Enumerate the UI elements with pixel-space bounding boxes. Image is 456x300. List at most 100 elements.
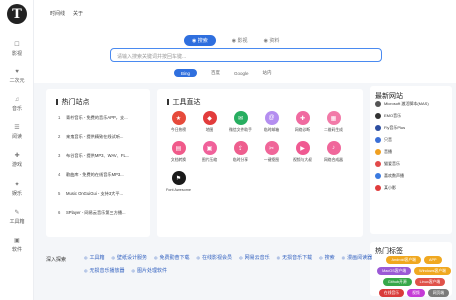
tool-item[interactable]: ⚑ Font Awesome [163, 171, 194, 193]
tool-item[interactable]: ✂ 一键抠图 [256, 141, 287, 163]
sidebar-item-software[interactable]: ▣ 软件 [0, 238, 34, 253]
sidebar-item-toolbox[interactable]: ✎ 工具箱 [0, 210, 34, 225]
explore-link[interactable]: 壁纸设计服务 [112, 254, 147, 261]
sidebar-item-label: 游戏 [11, 162, 22, 168]
tag-chip[interactable]: Github开源 [382, 278, 412, 286]
list-item[interactable]: 1 青柠音乐 - 免费的音乐APP，支... [58, 115, 158, 134]
tab-docs[interactable]: ◉ 资料 [264, 37, 280, 44]
explore-link[interactable]: 网易云音乐 [239, 254, 270, 261]
rank-number: 5 [58, 191, 61, 196]
search-input[interactable]: 请输入搜索关键词并按回车键... [110, 48, 382, 62]
list-item[interactable]: 3 布谷音乐 - 提供MP3、WAV、FL... [58, 153, 158, 172]
engine-baidu[interactable]: 百度 [211, 70, 220, 76]
list-item[interactable]: Microsoft 激活脚本(MAS) [375, 100, 455, 111]
sidebar: T ☐ 影视 ♥ 二次元 ♫ 音乐 ☰ 阅读 ✚ 游戏 ✦ 娱乐 ✎ 工具箱 ▣… [0, 0, 34, 300]
explore-link[interactable]: 无损音乐下载 [277, 254, 312, 261]
tools-panel: 工具直达 ★ 今日热榜 ◆ 地图 ✉ 微信文件助手 @ 临时邮箱 ✚ 网络诊断 ▦ 二维码生成 ▤ 文档转… [157, 89, 363, 237]
explore-link[interactable]: 搜索 [319, 254, 335, 261]
sidebar-item-anime[interactable]: ♥ 二次元 [0, 69, 34, 84]
engine-bing[interactable]: Bing [174, 69, 198, 77]
tag-chip[interactable]: Linux客户端 [414, 278, 446, 286]
tool-item[interactable]: @ 临时邮箱 [256, 111, 287, 133]
tool-item[interactable]: ▦ 二维码生成 [318, 111, 349, 133]
nav-about[interactable]: 关于 [73, 10, 83, 17]
list-item[interactable]: 某小影 [375, 184, 455, 195]
book-icon: ☰ [14, 125, 20, 131]
tag-chip[interactable]: 网页端 [427, 289, 450, 297]
engine-google[interactable]: Google [234, 71, 249, 76]
hot-title-text: 热门站点 [61, 99, 90, 106]
list-item[interactable]: 猫爱音乐 [375, 160, 455, 171]
tab-search[interactable]: ◉ 搜索 [184, 35, 216, 46]
list-item[interactable]: 4 歌曲库 - 免费的在线音乐MP3... [58, 172, 158, 191]
explore-link[interactable]: 工具箱 [84, 254, 105, 261]
list-item[interactable]: 5 Music OnGuiGui - 支持3大平... [58, 191, 158, 210]
tool-item[interactable]: ▶ 视频与大叔 [287, 141, 318, 163]
sidebar-item-label: 阅读 [11, 134, 22, 140]
sidebar-item-label: 二次元 [9, 78, 25, 84]
site-name: Microsoft 激活脚本(MAS) [384, 101, 429, 106]
explore-link[interactable]: 无损音乐播放器 [84, 267, 125, 274]
rank-number: 3 [58, 153, 61, 158]
sidebar-item-reading[interactable]: ☰ 阅读 [0, 125, 34, 140]
rank-number: 2 [58, 134, 61, 139]
tag-chip[interactable]: MacOS客户端 [377, 267, 412, 275]
tag-chip[interactable]: 在线音乐 [378, 289, 405, 297]
tag-chip[interactable]: 视频 [407, 289, 425, 297]
list-item[interactable]: 6 SPlayer - 网易云音乐第三方播... [58, 210, 158, 229]
top-bar: 时间线 关于 [34, 0, 456, 28]
tab-label: 资料 [269, 38, 280, 44]
share-icon: ⇪ [233, 141, 248, 155]
explore-link[interactable]: 免费勤奋下载 [154, 254, 190, 261]
list-item[interactable]: EMO音乐 [375, 112, 455, 123]
hot-tags-title: 热门标签 [375, 248, 403, 255]
site-favicon-icon [375, 100, 381, 107]
sidebar-item-fun[interactable]: ✦ 娱乐 [0, 182, 34, 197]
tag-chip[interactable]: Android客户端 [386, 256, 421, 264]
toolbox-icon: ✎ [14, 210, 20, 216]
site-name: Fly音乐Plus [384, 125, 406, 130]
tool-label: 临时分享 [232, 158, 249, 162]
list-item[interactable]: 2 来鬼音乐 - 提供精致在线试听... [58, 134, 158, 153]
image-compress-icon: ▣ [202, 141, 217, 155]
tool-item[interactable]: ✉ 微信文件助手 [225, 111, 256, 133]
tool-item[interactable]: ★ 今日热榜 [163, 111, 194, 133]
nav-timeline[interactable]: 时间线 [50, 10, 65, 17]
map-icon: ◆ [202, 111, 217, 125]
search-section: ◉ 搜索 ◉ 影视 ◉ 资料 请输入搜索关键词并按回车键... Bing 百度 … [34, 28, 456, 83]
tool-item[interactable]: ◆ 地图 [194, 111, 225, 133]
tool-item[interactable]: ▣ 图片压缩 [194, 141, 225, 163]
site-favicon-icon [375, 148, 381, 155]
list-item[interactable]: 音播 [375, 148, 455, 159]
site-favicon-icon [375, 160, 381, 167]
tool-item[interactable]: ▤ 文档转换 [163, 141, 194, 163]
tools-title-text: 工具直达 [172, 99, 201, 106]
rank-number: 6 [58, 210, 61, 215]
sidebar-item-video[interactable]: ☐ 影视 [0, 42, 34, 57]
site-logo[interactable]: T [7, 4, 27, 24]
list-item[interactable]: 只音 [375, 136, 455, 147]
tool-item[interactable]: ✚ 网络诊断 [287, 111, 318, 133]
explore-link[interactable]: 图片处理软件 [132, 267, 167, 274]
engine-site[interactable]: 站内 [263, 70, 272, 76]
sidebar-item-music[interactable]: ♫ 音乐 [0, 97, 34, 112]
doc-convert-icon: ▤ [171, 141, 186, 155]
tab-video[interactable]: ◉ 影视 [232, 37, 248, 44]
rank-number: 4 [58, 172, 61, 177]
docs-tab-icon: ◉ [263, 38, 268, 44]
newest-sites-title: 最新网站 [375, 93, 403, 100]
list-item[interactable]: 喜欢数声播 [375, 172, 455, 183]
explore-link[interactable]: 在线影视会员 [197, 254, 232, 261]
tool-label: 文档转换 [170, 158, 187, 162]
tool-item[interactable]: ♪ 网络合成器 [318, 141, 349, 163]
tag-chip[interactable]: APP [423, 256, 442, 264]
search-tab-icon: ◉ [192, 38, 197, 44]
wechat-icon: ✉ [233, 111, 248, 125]
title-marker [167, 99, 169, 105]
tool-item[interactable]: ⇪ 临时分享 [225, 141, 256, 163]
tool-label: 视频与大叔 [293, 158, 312, 162]
sidebar-item-games[interactable]: ✚ 游戏 [0, 153, 34, 168]
tag-chip[interactable]: Windows客户端 [414, 267, 451, 275]
explore-link[interactable]: 漫画阅读器 [342, 254, 372, 261]
list-item[interactable]: Fly音乐Plus [375, 124, 455, 135]
